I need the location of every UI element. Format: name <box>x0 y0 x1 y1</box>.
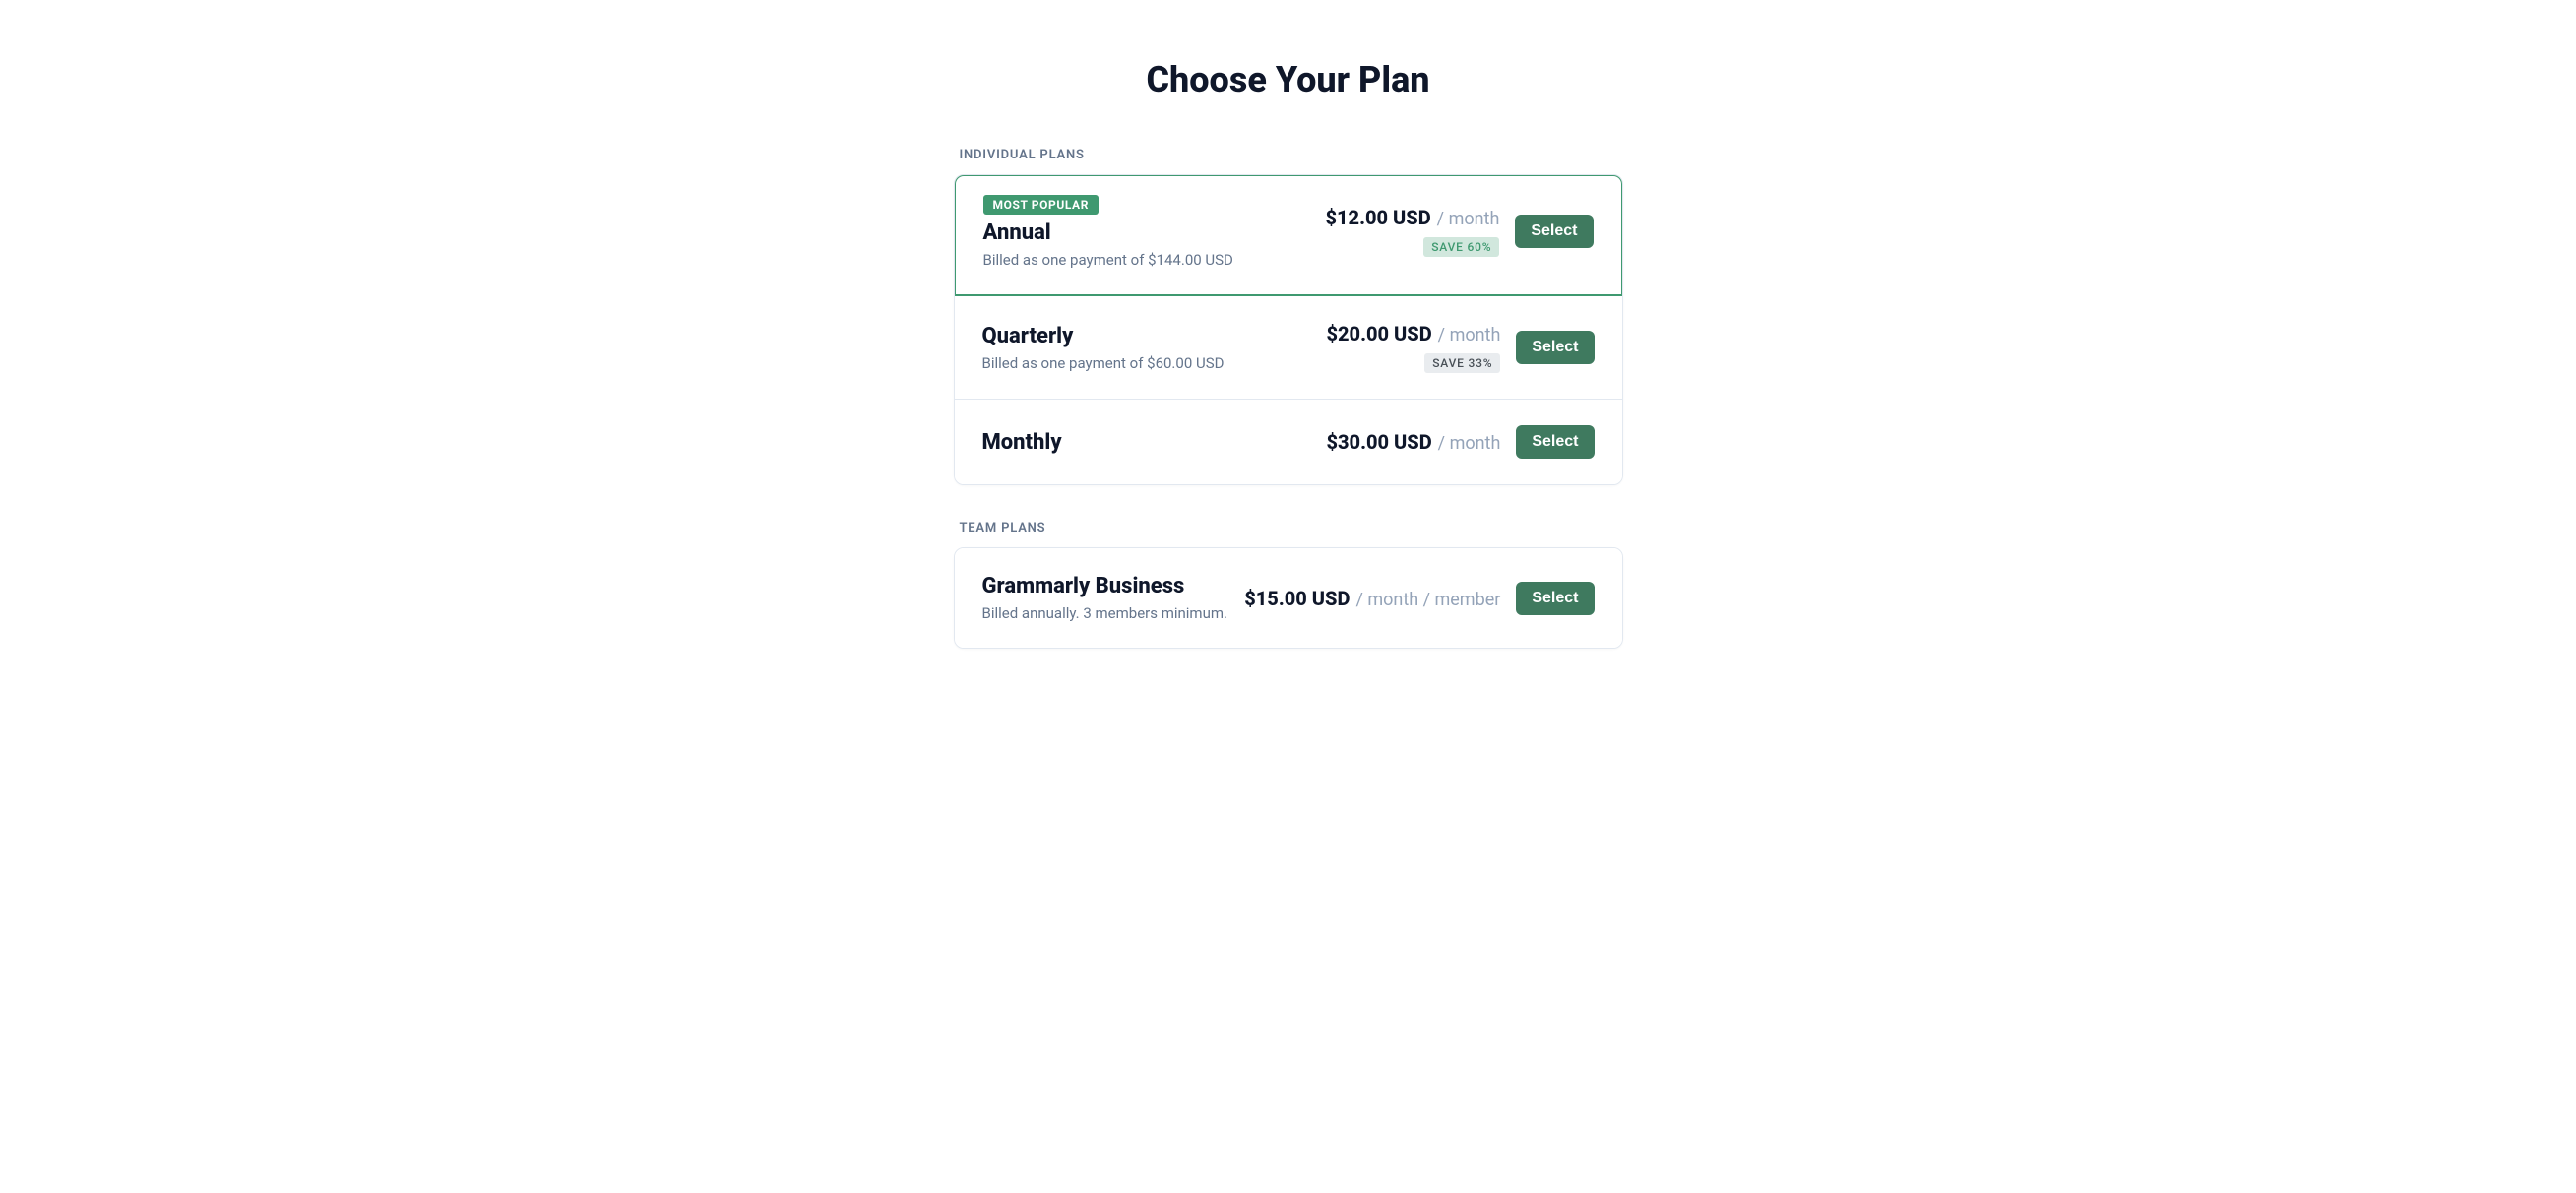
plan-quarterly: Quarterly Billed as one payment of $60.0… <box>955 296 1622 400</box>
plan-annual-name: Annual <box>983 220 1310 245</box>
individual-section: INDIVIDUAL PLANS MOST POPULAR Annual Bil… <box>954 148 1623 485</box>
plan-quarterly-price-suffix: / month <box>1438 325 1501 345</box>
plan-business: Grammarly Business Billed annually. 3 me… <box>955 548 1622 648</box>
plan-business-price: $15.00 USD <box>1244 587 1350 610</box>
plan-business-subtext: Billed annually. 3 members minimum. <box>982 604 1229 622</box>
plan-monthly-name: Monthly <box>982 430 1311 455</box>
plan-quarterly-select-button[interactable]: Select <box>1516 331 1594 364</box>
plan-quarterly-name: Quarterly <box>982 324 1311 348</box>
plan-monthly-price-suffix: / month <box>1438 433 1501 454</box>
plan-annual-pricing: $12.00 USD / month SAVE 60% <box>1325 206 1499 257</box>
plan-business-left: Grammarly Business Billed annually. 3 me… <box>982 574 1229 622</box>
plan-quarterly-subtext: Billed as one payment of $60.00 USD <box>982 354 1311 372</box>
plan-business-select-button[interactable]: Select <box>1516 582 1594 615</box>
plan-monthly-select-button[interactable]: Select <box>1516 425 1594 459</box>
plan-annual-left: MOST POPULAR Annual Billed as one paymen… <box>983 194 1310 269</box>
plan-quarterly-save-badge: SAVE 33% <box>1424 353 1500 373</box>
individual-plans-label: INDIVIDUAL PLANS <box>954 148 1623 162</box>
plan-monthly-price: $30.00 USD <box>1326 430 1431 454</box>
plan-business-price-suffix: / month / member <box>1355 590 1500 610</box>
plan-business-name: Grammarly Business <box>982 574 1229 598</box>
plan-business-pricing: $15.00 USD / month / member <box>1244 587 1500 610</box>
plan-annual-select-button[interactable]: Select <box>1515 215 1593 248</box>
plan-quarterly-left: Quarterly Billed as one payment of $60.0… <box>982 324 1311 372</box>
plan-annual: MOST POPULAR Annual Billed as one paymen… <box>954 174 1623 296</box>
plan-monthly-pricing: $30.00 USD / month <box>1326 430 1500 454</box>
most-popular-badge: MOST POPULAR <box>983 195 1099 215</box>
plan-annual-price: $12.00 USD <box>1325 206 1430 229</box>
individual-plan-group: MOST POPULAR Annual Billed as one paymen… <box>954 174 1623 485</box>
plan-quarterly-pricing: $20.00 USD / month SAVE 33% <box>1326 322 1500 373</box>
team-plans-label: TEAM PLANS <box>954 521 1623 535</box>
team-section: TEAM PLANS Grammarly Business Billed ann… <box>954 521 1623 649</box>
plan-annual-price-suffix: / month <box>1437 209 1500 229</box>
plan-monthly-left: Monthly <box>982 430 1311 455</box>
plan-monthly: Monthly $30.00 USD / month Select <box>955 400 1622 484</box>
team-plan-group: Grammarly Business Billed annually. 3 me… <box>954 547 1623 649</box>
plan-annual-subtext: Billed as one payment of $144.00 USD <box>983 251 1310 269</box>
plan-annual-save-badge: SAVE 60% <box>1423 237 1499 257</box>
page-title: Choose Your Plan <box>954 59 1623 100</box>
plan-quarterly-price: $20.00 USD <box>1326 322 1431 345</box>
